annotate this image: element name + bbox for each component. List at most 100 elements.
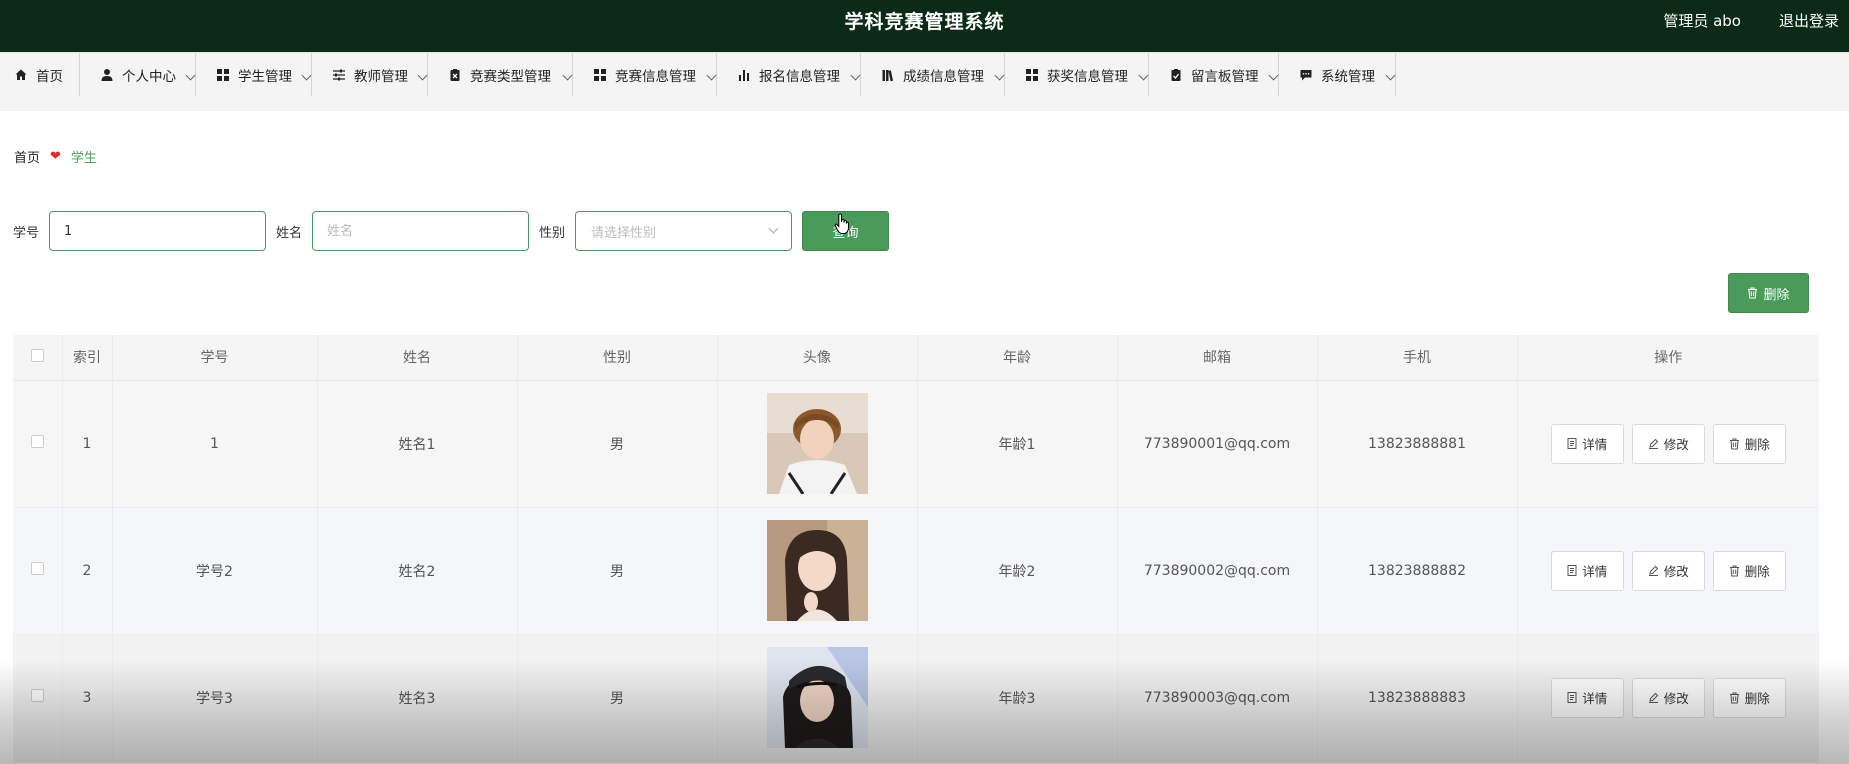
- name-input[interactable]: [312, 211, 530, 251]
- nav-item-competition-info-management[interactable]: 竞赛信息管理: [573, 53, 717, 96]
- chevron-down-icon: [560, 67, 573, 81]
- nav-item-home[interactable]: 首页: [0, 53, 80, 96]
- gender-cell: 男: [517, 380, 718, 508]
- gender-cell: 男: [517, 634, 718, 762]
- index-cell: 2: [62, 507, 113, 635]
- chevron-down-icon: [1136, 67, 1149, 81]
- detail-button[interactable]: 详情: [1550, 677, 1624, 718]
- nav-item-personal-center[interactable]: 个人中心: [80, 53, 196, 96]
- column-header: 性别: [517, 335, 718, 381]
- row-checkbox[interactable]: [30, 435, 44, 448]
- pencil-icon: [1648, 565, 1658, 576]
- column-header: 邮箱: [1117, 335, 1318, 381]
- nav-label: 个人中心: [122, 68, 176, 85]
- user-icon: [101, 68, 113, 81]
- column-header: 学号: [112, 335, 318, 381]
- name-cell: 姓名3: [317, 634, 518, 762]
- app-title: 学科竞赛管理系统: [844, 11, 1005, 33]
- hand-cursor-icon: [834, 213, 849, 234]
- nav-item-message-board-management[interactable]: 留言板管理: [1149, 53, 1279, 96]
- nav-item-teacher-management[interactable]: 教师管理: [312, 53, 428, 96]
- actions-cell: 详情 修改 删除: [1517, 380, 1819, 508]
- batch-delete-label: 删除: [1763, 287, 1790, 303]
- nav-item-registration-info-management[interactable]: 报名信息管理: [717, 53, 861, 96]
- table-row: 2 学号2 姓名2 男 年龄2 773890002@qq.com 1382388…: [13, 507, 1819, 635]
- nav-item-competition-type-management[interactable]: 竞赛类型管理: [428, 53, 573, 96]
- student-id-cell: 1: [112, 380, 318, 508]
- chevron-down-icon: [1266, 67, 1279, 81]
- pencil-icon: [1648, 438, 1658, 449]
- detail-label: 详情: [1582, 564, 1608, 579]
- grid-icon: [217, 68, 229, 81]
- phone-cell: 13823888883: [1317, 634, 1518, 762]
- student-id-input[interactable]: [49, 211, 267, 251]
- document-icon: [1567, 565, 1577, 576]
- nav-label: 学生管理: [238, 68, 292, 85]
- name-label: 姓名: [276, 225, 303, 241]
- chevron-down-icon: [415, 67, 428, 81]
- column-header: 头像: [717, 335, 918, 381]
- avatar-cell: [717, 634, 918, 762]
- gender-cell: 男: [517, 507, 718, 635]
- nav-item-score-info-management[interactable]: 成绩信息管理: [861, 53, 1005, 96]
- home-icon: [15, 69, 27, 80]
- books-icon: [882, 69, 894, 81]
- row-select-cell: [13, 380, 63, 508]
- chevron-down-icon: [848, 67, 861, 81]
- document-icon: [1567, 438, 1577, 449]
- logout-button[interactable]: 退出登录: [1779, 0, 1839, 44]
- edit-button[interactable]: 修改: [1631, 423, 1705, 464]
- grid-icon: [1026, 68, 1038, 81]
- table-header-row: 索引 学号 姓名 性别 头像 年龄 邮箱 手机 操作: [13, 335, 1819, 381]
- nav-item-system-management[interactable]: 系统管理: [1279, 53, 1396, 96]
- pencil-icon: [1648, 692, 1658, 703]
- email-cell: 773890001@qq.com: [1117, 380, 1318, 508]
- breadcrumb-home[interactable]: 首页: [14, 147, 40, 166]
- actions-cell: 详情 修改 删除: [1517, 634, 1819, 762]
- age-cell: 年龄1: [917, 380, 1118, 508]
- detail-button[interactable]: 详情: [1550, 550, 1624, 591]
- select-all-cell: [13, 335, 63, 381]
- phone-cell: 13823888882: [1317, 507, 1518, 635]
- nav-item-award-info-management[interactable]: 获奖信息管理: [1005, 53, 1149, 96]
- document-icon: [1567, 692, 1577, 703]
- email-cell: 773890002@qq.com: [1117, 507, 1318, 635]
- trash-icon: [1729, 692, 1739, 703]
- sliders-icon: [333, 69, 345, 80]
- student-id-cell: 学号3: [112, 634, 318, 762]
- nav-label: 系统管理: [1321, 68, 1375, 85]
- avatar[interactable]: [766, 520, 868, 621]
- column-header: 操作: [1517, 335, 1819, 381]
- chevron-down-icon: [768, 223, 779, 234]
- bar-chart-icon: [739, 69, 749, 81]
- delete-label: 删除: [1744, 564, 1770, 579]
- student-id-cell: 学号2: [112, 507, 318, 635]
- avatar[interactable]: [766, 647, 868, 748]
- detail-button[interactable]: 详情: [1550, 423, 1624, 464]
- edit-button[interactable]: 修改: [1631, 550, 1705, 591]
- delete-button[interactable]: 删除: [1712, 423, 1786, 464]
- column-header: 手机: [1317, 335, 1518, 381]
- row-select-cell: [13, 634, 63, 762]
- delete-button[interactable]: 删除: [1712, 677, 1786, 718]
- gender-select[interactable]: 请选择性别: [575, 211, 793, 251]
- nav-label: 竞赛类型管理: [470, 68, 551, 85]
- nav-item-student-management[interactable]: 学生管理: [196, 53, 312, 96]
- edit-button[interactable]: 修改: [1631, 677, 1705, 718]
- edit-label: 修改: [1663, 564, 1689, 579]
- chevron-down-icon: [992, 67, 1005, 81]
- select-all-checkbox[interactable]: [30, 348, 44, 362]
- table-row: 1 1 姓名1 男 年龄1 773890001@qq.com 138238888…: [13, 380, 1819, 508]
- top-header: 学科竞赛管理系统 管理员 abo 退出登录: [0, 0, 1849, 52]
- edit-label: 修改: [1663, 691, 1689, 706]
- chevron-down-icon: [299, 67, 312, 81]
- name-cell: 姓名2: [317, 507, 518, 635]
- row-checkbox[interactable]: [30, 562, 44, 575]
- name-cell: 姓名1: [317, 380, 518, 508]
- batch-delete-button[interactable]: 删除: [1728, 273, 1809, 313]
- nav-label: 留言板管理: [1191, 68, 1259, 85]
- row-checkbox[interactable]: [30, 689, 44, 702]
- delete-button[interactable]: 删除: [1712, 550, 1786, 591]
- avatar[interactable]: [766, 393, 868, 494]
- trash-icon: [1729, 438, 1739, 449]
